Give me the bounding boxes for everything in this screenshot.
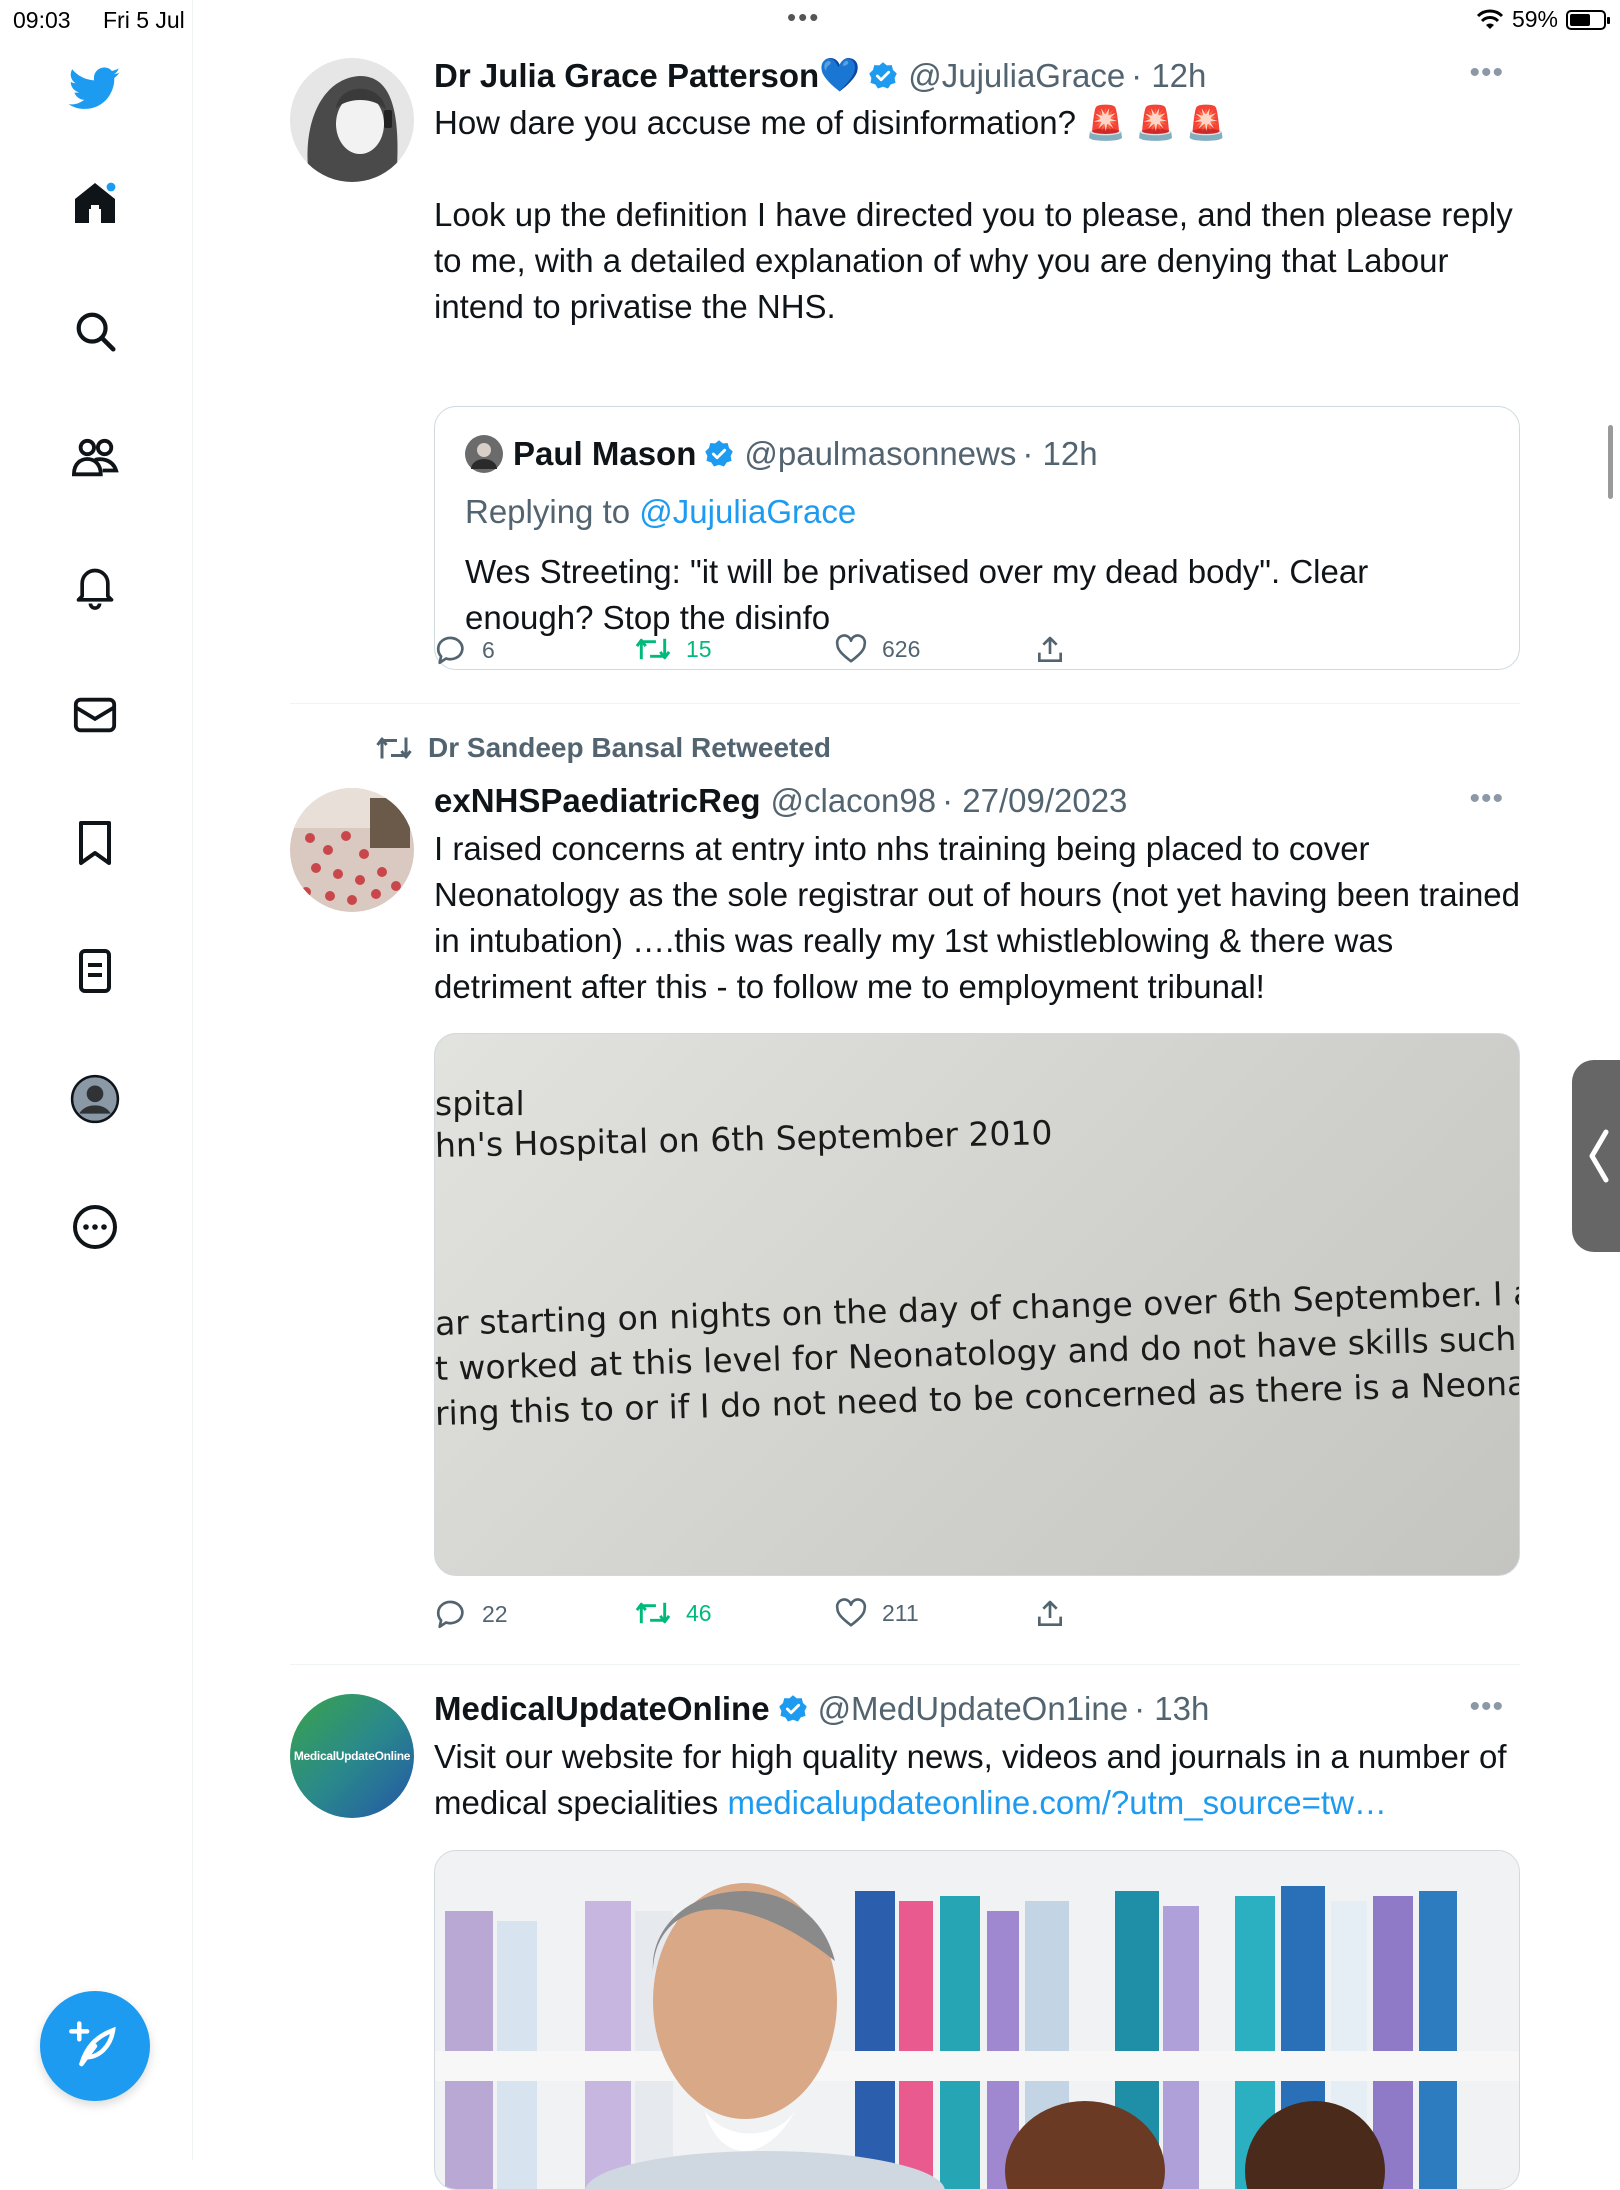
retweeted-by[interactable]: Dr Sandeep Bansal Retweeted: [374, 732, 831, 764]
tweet-text-paragraph: Look up the definition I have directed y…: [434, 196, 1513, 325]
notifications-bell-icon[interactable]: [64, 556, 126, 618]
retweeted-by-label: Dr Sandeep Bansal Retweeted: [428, 732, 832, 763]
tweet-more-icon[interactable]: •••: [1469, 1690, 1504, 1724]
tweet-more-icon[interactable]: •••: [1469, 56, 1504, 90]
reply-count: 6: [482, 636, 495, 663]
bookmarks-icon[interactable]: [64, 812, 126, 874]
compose-tweet-button[interactable]: [40, 1991, 150, 2101]
tweet-more-icon[interactable]: •••: [1469, 782, 1504, 816]
reply-count: 22: [482, 1600, 508, 1627]
heart-emoji: 💙: [819, 56, 861, 93]
quoted-tweet[interactable]: Paul Mason @paulmasonnews · 12h Replying…: [434, 406, 1520, 670]
share-icon: [1038, 636, 1062, 662]
quote-author-name[interactable]: Paul Mason: [513, 435, 696, 473]
messages-envelope-icon[interactable]: [64, 684, 126, 746]
wifi-icon: [1476, 9, 1504, 29]
author-handle[interactable]: @MedUpdateOn1ine: [818, 1690, 1129, 1728]
status-bar: 09:03 Fri 5 Jul ••• 59%: [0, 0, 1620, 40]
quote-author-handle[interactable]: @paulmasonnews: [744, 435, 1016, 473]
author-handle[interactable]: @JujuliaGrace: [908, 57, 1125, 95]
tweet-link[interactable]: medicalupdateonline.com/?utm_source=tw…: [727, 1784, 1386, 1821]
replying-to-handle[interactable]: @JujuliaGrace: [639, 493, 856, 530]
home-icon[interactable]: [64, 172, 126, 234]
multitasking-dots-icon[interactable]: •••: [787, 2, 820, 33]
tweet-header: MedicalUpdateOnline @MedUpdateOn1ine · 1…: [434, 1690, 1209, 1728]
avatar[interactable]: MedicalUpdateOnline: [290, 1694, 414, 1818]
retweet-count: 15: [686, 635, 712, 662]
author-name[interactable]: Dr Julia Grace Patterson: [434, 57, 819, 95]
share-button[interactable]: [1034, 1598, 1066, 1630]
quote-header: Paul Mason @paulmasonnews · 12h: [465, 435, 1098, 473]
author-handle[interactable]: @clacon98: [770, 782, 936, 820]
tweet[interactable]: Dr Sandeep Bansal Retweeted exNHSPaediat…: [290, 730, 1520, 1630]
avatar-logo-text: MedicalUpdateOnline: [293, 1749, 411, 1763]
like-count: 626: [882, 635, 921, 662]
verified-badge-icon: [869, 61, 897, 88]
quote-text: Wes Streeting: "it will be privatised ov…: [465, 553, 1369, 636]
status-right: 59%: [1476, 6, 1610, 33]
author-name[interactable]: exNHSPaediatricReg: [434, 782, 760, 820]
like-button[interactable]: 211: [834, 1598, 919, 1628]
tweet[interactable]: Dr Julia Grace Patterson 💙 @JujuliaGrace…: [290, 56, 1520, 686]
scrollbar[interactable]: [1608, 425, 1613, 499]
quote-avatar[interactable]: [465, 435, 503, 473]
chevron-left-icon: [1589, 1129, 1609, 1183]
tweet-header: Dr Julia Grace Patterson 💙 @JujuliaGrace…: [434, 56, 1206, 95]
communities-icon[interactable]: [64, 428, 126, 490]
reply-button[interactable]: 6: [434, 634, 495, 666]
tweet-divider: [290, 703, 1520, 704]
quote-time: · 12h: [1022, 435, 1098, 472]
like-count: 211: [882, 1599, 919, 1626]
avatar[interactable]: [290, 788, 414, 912]
tweet-image[interactable]: [434, 1850, 1520, 2190]
verified-badge-icon: [705, 440, 734, 467]
profile-avatar-icon[interactable]: [64, 1068, 126, 1130]
avatar[interactable]: [290, 58, 414, 182]
retweet-button[interactable]: 15: [634, 634, 712, 664]
retweet-icon: [635, 638, 671, 660]
tweet-text: How dare you accuse me of disinformation…: [434, 100, 1520, 330]
lists-icon[interactable]: [64, 940, 126, 1002]
verified-badge-icon: [778, 1695, 807, 1722]
retweet-count: 46: [686, 1599, 712, 1626]
battery-percent: 59%: [1511, 6, 1558, 32]
more-options-icon[interactable]: [64, 1196, 126, 1258]
reply-button[interactable]: 22: [434, 1598, 508, 1630]
siren-emojis: 🚨 🚨 🚨: [1085, 104, 1227, 141]
reply-icon: [436, 1600, 464, 1629]
tweet-time[interactable]: · 12h: [1131, 57, 1206, 95]
tweet-text: Visit our website for high quality news,…: [434, 1734, 1520, 1826]
retweet-button[interactable]: 46: [634, 1598, 712, 1628]
tweet-time[interactable]: · 13h: [1134, 1690, 1209, 1728]
heart-icon: [835, 634, 867, 663]
retweet-icon: [376, 737, 412, 759]
tweet-header: exNHSPaediatricReg @clacon98 · 27/09/202…: [434, 782, 1127, 820]
feather-plus-icon: [69, 2021, 116, 2067]
battery-icon: [1566, 9, 1610, 30]
twitter-logo-icon[interactable]: [64, 58, 126, 120]
tweet-actions: 22 46 211: [434, 1598, 1134, 1638]
tweet-text-line: How dare you accuse me of disinformation…: [434, 104, 1076, 141]
retweet-icon: [635, 1602, 671, 1624]
like-button[interactable]: 626: [834, 634, 920, 664]
tweet-divider: [290, 1664, 1520, 1665]
tweet-image[interactable]: spital hn's Hospital on 6th September 20…: [434, 1033, 1520, 1576]
replying-to-label: Replying to: [465, 493, 631, 530]
replying-to: Replying to @JujuliaGrace: [465, 493, 856, 531]
tweet-actions: 6 15 626: [434, 634, 1134, 674]
tweet-time[interactable]: · 27/09/2023: [942, 782, 1127, 820]
reply-icon: [436, 636, 464, 665]
image-text-line: spital: [435, 1084, 525, 1123]
author-name[interactable]: MedicalUpdateOnline: [434, 1690, 770, 1728]
share-button[interactable]: [1034, 634, 1066, 666]
heart-icon: [835, 1598, 867, 1627]
doctor-photo: [435, 1851, 1519, 2189]
share-icon: [1038, 1600, 1062, 1626]
sidebar: [0, 0, 193, 2160]
tweet[interactable]: MedicalUpdateOnline MedicalUpdateOnline …: [290, 1690, 1520, 2190]
search-icon[interactable]: [64, 300, 126, 362]
tweet-text: I raised concerns at entry into nhs trai…: [434, 830, 1521, 1005]
side-panel-handle[interactable]: [1572, 1060, 1620, 1252]
